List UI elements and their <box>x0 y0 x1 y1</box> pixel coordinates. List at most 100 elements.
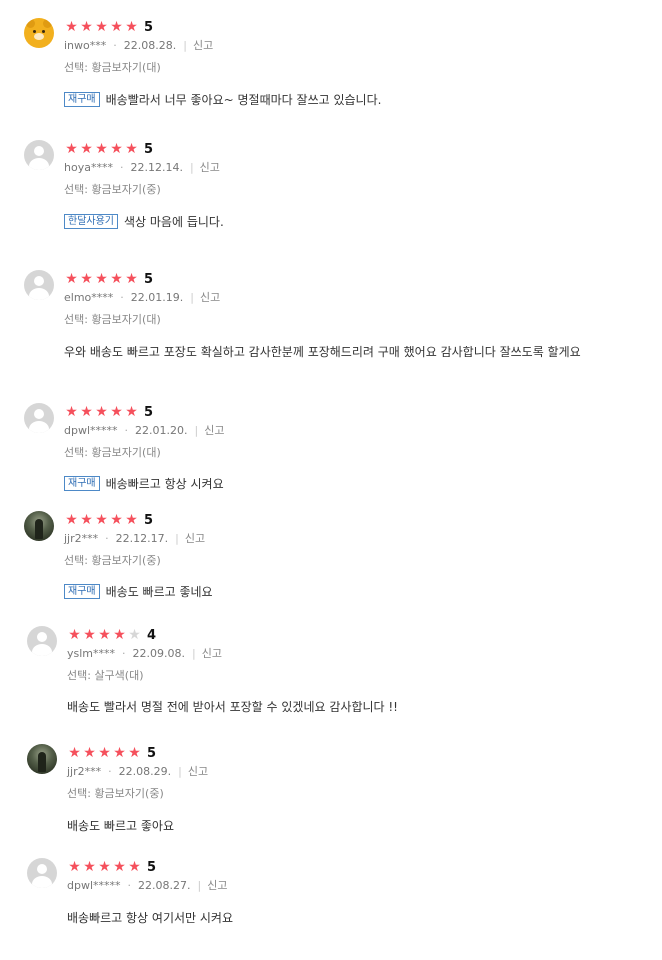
star-filled-icon: ★ <box>80 271 93 287</box>
star-filled-icon: ★ <box>83 745 96 761</box>
star-filled-icon: ★ <box>65 141 78 157</box>
photo-avatar <box>24 511 54 541</box>
review-meta: elmo**** · 22.01.19. | 신고 <box>64 289 220 305</box>
star-filled-icon: ★ <box>113 627 126 643</box>
default-avatar <box>24 270 54 300</box>
star-filled-icon: ★ <box>95 512 108 528</box>
star-rating: ★ ★ ★ ★ ★ 4 <box>67 626 156 644</box>
stars: ★ ★ ★ ★ ★ <box>67 746 142 760</box>
stars: ★ ★ ★ ★ ★ <box>67 628 142 642</box>
separator-dot: · <box>105 531 109 545</box>
report-button[interactable]: 신고 <box>193 37 213 53</box>
star-filled-icon: ★ <box>68 859 81 875</box>
star-filled-icon: ★ <box>95 271 108 287</box>
default-avatar <box>24 403 54 433</box>
report-button[interactable]: 신고 <box>204 422 224 438</box>
stars: ★ ★ ★ ★ ★ <box>64 513 139 527</box>
option-text: 선택: 살구색(대) <box>67 669 144 682</box>
star-rating: ★ ★ ★ ★ ★ 5 <box>64 140 153 158</box>
review-date: 22.08.29. <box>118 764 172 778</box>
separator-bar: | <box>175 531 179 545</box>
star-rating: ★ ★ ★ ★ ★ 5 <box>64 403 153 421</box>
review-text: 배송빨라서 너무 좋아요~ 명절때마다 잘쓰고 있습니다. <box>105 92 382 107</box>
star-filled-icon: ★ <box>110 271 123 287</box>
review-content: 한달사용기 색상 마음에 듭니다. <box>64 212 224 230</box>
star-filled-icon: ★ <box>125 271 138 287</box>
star-filled-icon: ★ <box>65 404 78 420</box>
review-date: 22.12.17. <box>115 531 169 545</box>
report-button[interactable]: 신고 <box>207 877 227 893</box>
report-button[interactable]: 신고 <box>188 763 208 779</box>
star-rating: ★ ★ ★ ★ ★ 5 <box>64 270 153 288</box>
star-filled-icon: ★ <box>110 19 123 35</box>
review-meta: jjr2*** · 22.08.29. | 신고 <box>67 763 208 779</box>
stars: ★ ★ ★ ★ ★ <box>67 860 142 874</box>
star-filled-icon: ★ <box>128 859 141 875</box>
review-meta: dpwl***** · 22.01.20. | 신고 <box>64 422 224 438</box>
star-filled-icon: ★ <box>98 745 111 761</box>
review-content: 재구매 배송도 빠르고 좋네요 <box>64 582 213 600</box>
review-meta: jjr2*** · 22.12.17. | 신고 <box>64 530 205 546</box>
review-badge: 재구매 <box>64 91 100 107</box>
photo-avatar <box>27 744 57 774</box>
review-text: 배송도 빨라서 명절 전에 받아서 포장할 수 있겠네요 감사합니다 !! <box>67 699 398 714</box>
review-content: 우와 배송도 빠르고 포장도 확실하고 감사한분께 포장해드리려 구매 했어요 … <box>64 342 581 360</box>
separator-bar: | <box>194 423 199 437</box>
star-rating: ★ ★ ★ ★ ★ 5 <box>64 511 153 529</box>
review-text: 배송빠르고 항상 여기서만 시켜요 <box>67 910 234 925</box>
separator-dot: · <box>119 160 124 174</box>
star-filled-icon: ★ <box>68 745 81 761</box>
user-id: yslm**** <box>67 646 116 660</box>
bear-avatar <box>24 18 54 48</box>
stars: ★ ★ ★ ★ ★ <box>64 272 139 286</box>
rating-score: 5 <box>144 19 154 35</box>
separator-bar: | <box>197 878 202 892</box>
user-id: jjr2*** <box>67 764 102 778</box>
review-date: 22.01.19. <box>130 290 184 304</box>
review-content: 배송빠르고 항상 여기서만 시켜요 <box>67 908 233 926</box>
star-filled-icon: ★ <box>83 627 96 643</box>
report-button[interactable]: 신고 <box>200 289 220 305</box>
user-id: dpwl***** <box>67 878 121 892</box>
option-text: 선택: 황금보자기(대) <box>64 313 161 326</box>
star-filled-icon: ★ <box>68 627 81 643</box>
review-text: 배송도 빠르고 좋네요 <box>105 584 213 599</box>
report-button[interactable]: 신고 <box>202 645 222 661</box>
default-avatar <box>24 140 54 170</box>
user-id: elmo**** <box>64 290 114 304</box>
user-id: dpwl***** <box>64 423 118 437</box>
review-content: 배송도 빠르고 좋아요 <box>67 816 174 834</box>
star-rating: ★ ★ ★ ★ ★ 5 <box>67 744 156 762</box>
star-empty-icon: ★ <box>128 627 141 643</box>
separator-dot: · <box>108 764 112 778</box>
user-id: hoya**** <box>64 160 113 174</box>
review-badge: 재구매 <box>64 583 100 599</box>
star-filled-icon: ★ <box>80 404 93 420</box>
star-filled-icon: ★ <box>110 141 123 157</box>
star-filled-icon: ★ <box>113 745 126 761</box>
star-filled-icon: ★ <box>110 512 123 528</box>
report-button[interactable]: 신고 <box>185 530 205 546</box>
review-content: 배송도 빨라서 명절 전에 받아서 포장할 수 있겠네요 감사합니다 !! <box>67 697 398 715</box>
review-badge: 재구매 <box>64 475 100 491</box>
rating-score: 5 <box>144 141 154 157</box>
stars: ★ ★ ★ ★ ★ <box>64 142 139 156</box>
star-filled-icon: ★ <box>95 19 108 35</box>
star-filled-icon: ★ <box>113 859 126 875</box>
separator-bar: | <box>190 290 194 304</box>
star-filled-icon: ★ <box>65 512 78 528</box>
review-badge: 한달사용기 <box>64 213 118 229</box>
star-filled-icon: ★ <box>65 271 78 287</box>
star-filled-icon: ★ <box>83 859 96 875</box>
rating-score: 5 <box>147 745 157 761</box>
star-filled-icon: ★ <box>65 19 78 35</box>
option-text: 선택: 황금보자기(중) <box>67 787 164 800</box>
option-text: 선택: 황금보자기(중) <box>64 183 161 196</box>
separator-dot: · <box>113 38 117 52</box>
report-button[interactable]: 신고 <box>200 159 220 175</box>
rating-score: 4 <box>147 627 157 643</box>
review-meta: inwo*** · 22.08.28. | 신고 <box>64 37 213 53</box>
star-filled-icon: ★ <box>80 512 93 528</box>
review-meta: dpwl***** · 22.08.27. | 신고 <box>67 877 227 893</box>
rating-score: 5 <box>144 512 154 528</box>
